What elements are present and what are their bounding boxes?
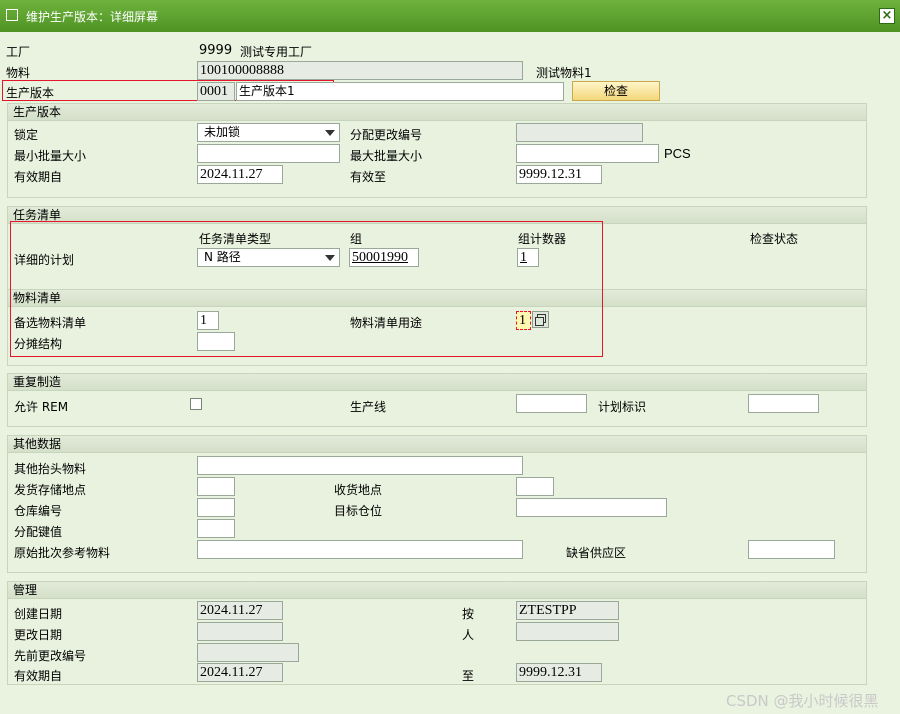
window-title: 维护生产版本：详细屏幕 <box>26 10 159 24</box>
lock-value: 未加锁 <box>204 125 241 139</box>
dest-bin-label: 目标仓位 <box>334 504 383 518</box>
version-label: 生产版本 <box>6 86 55 100</box>
receipt-loc-field[interactable] <box>516 477 554 496</box>
issue-sloc-label: 发货存储地点 <box>14 483 87 497</box>
by-field[interactable]: ZTESTPP <box>516 601 619 620</box>
group-title: 管理 <box>8 582 866 599</box>
supply-area-label: 缺省供应区 <box>566 546 627 560</box>
watermark: CSDN @我小时候很黑 <box>726 692 879 710</box>
valid-from-field[interactable]: 2024.11.27 <box>197 165 283 184</box>
version-text-field[interactable]: 生产版本1 <box>236 82 564 101</box>
person-label: 人 <box>462 628 475 642</box>
material-name: 测试物料1 <box>536 66 592 80</box>
group-rem: 重复制造 <box>7 373 867 427</box>
line-field[interactable] <box>516 394 587 413</box>
valid-to-field[interactable]: 9999.12.31 <box>516 165 602 184</box>
plant-name: 测试专用工厂 <box>240 45 313 59</box>
min-lot-field[interactable] <box>197 144 340 163</box>
orig-batch-field[interactable] <box>197 540 523 559</box>
warehouse-label: 仓库编号 <box>14 504 63 518</box>
title-bar: 维护生产版本：详细屏幕 × <box>0 0 900 32</box>
allow-rem-label: 允许 REM <box>14 400 69 414</box>
issue-sloc-field[interactable] <box>197 477 235 496</box>
dest-bin-field[interactable] <box>516 498 667 517</box>
chevron-down-icon <box>325 130 335 136</box>
material-field[interactable]: 100100008888 <box>197 61 523 80</box>
plan-id-label: 计划标识 <box>598 400 647 414</box>
supply-area-field[interactable] <box>748 540 835 559</box>
changed-label: 更改日期 <box>14 628 63 642</box>
valid-from-label: 有效期自 <box>14 170 63 184</box>
max-lot-label: 最大批量大小 <box>350 149 423 163</box>
group-admin: 管理 <box>7 581 867 685</box>
max-lot-field[interactable] <box>516 144 659 163</box>
unit-label: PCS <box>664 146 691 161</box>
check-button[interactable]: 检查 <box>572 81 660 101</box>
edit-icon <box>6 9 18 21</box>
by-label: 按 <box>462 607 475 621</box>
header-mat-label: 其他抬头物料 <box>14 462 87 476</box>
group-title: 重复制造 <box>8 374 866 391</box>
prev-change-label: 先前更改编号 <box>14 649 87 663</box>
valid-to-label: 有效至 <box>350 170 387 184</box>
col-status-header: 检查状态 <box>750 232 799 246</box>
created-label: 创建日期 <box>14 607 63 621</box>
lock-label: 锁定 <box>14 128 39 142</box>
change-no-label: 分配更改编号 <box>350 128 423 142</box>
group-title: 其他数据 <box>8 436 866 453</box>
orig-batch-label: 原始批次参考物料 <box>14 546 111 560</box>
key-label: 分配键值 <box>14 525 63 539</box>
header-mat-field[interactable] <box>197 456 523 475</box>
min-lot-label: 最小批量大小 <box>14 149 87 163</box>
group-prod-version: 生产版本 <box>7 103 867 198</box>
to-label: 至 <box>462 669 475 683</box>
changed-field[interactable] <box>197 622 283 641</box>
warehouse-field[interactable] <box>197 498 235 517</box>
plant-label: 工厂 <box>6 45 31 59</box>
group-title: 生产版本 <box>8 104 866 121</box>
version-field[interactable]: 0001 <box>197 82 235 101</box>
admin-to-field[interactable]: 9999.12.31 <box>516 663 602 682</box>
change-no-field[interactable] <box>516 123 643 142</box>
plant-value: 9999 <box>199 43 233 58</box>
key-field[interactable] <box>197 519 235 538</box>
lock-dropdown[interactable]: 未加锁 <box>197 123 340 142</box>
close-icon[interactable]: × <box>879 8 895 24</box>
plan-id-field[interactable] <box>748 394 819 413</box>
admin-valid-from-label: 有效期自 <box>14 669 63 683</box>
prev-change-field[interactable] <box>197 643 299 662</box>
allow-rem-checkbox[interactable] <box>190 398 202 410</box>
material-label: 物料 <box>6 66 31 80</box>
admin-valid-from-field[interactable]: 2024.11.27 <box>197 663 283 682</box>
task-bom-highlight-box <box>10 221 603 357</box>
person-field[interactable] <box>516 622 619 641</box>
created-field[interactable]: 2024.11.27 <box>197 601 283 620</box>
receipt-loc-label: 收货地点 <box>334 483 383 497</box>
line-label: 生产线 <box>350 400 387 414</box>
